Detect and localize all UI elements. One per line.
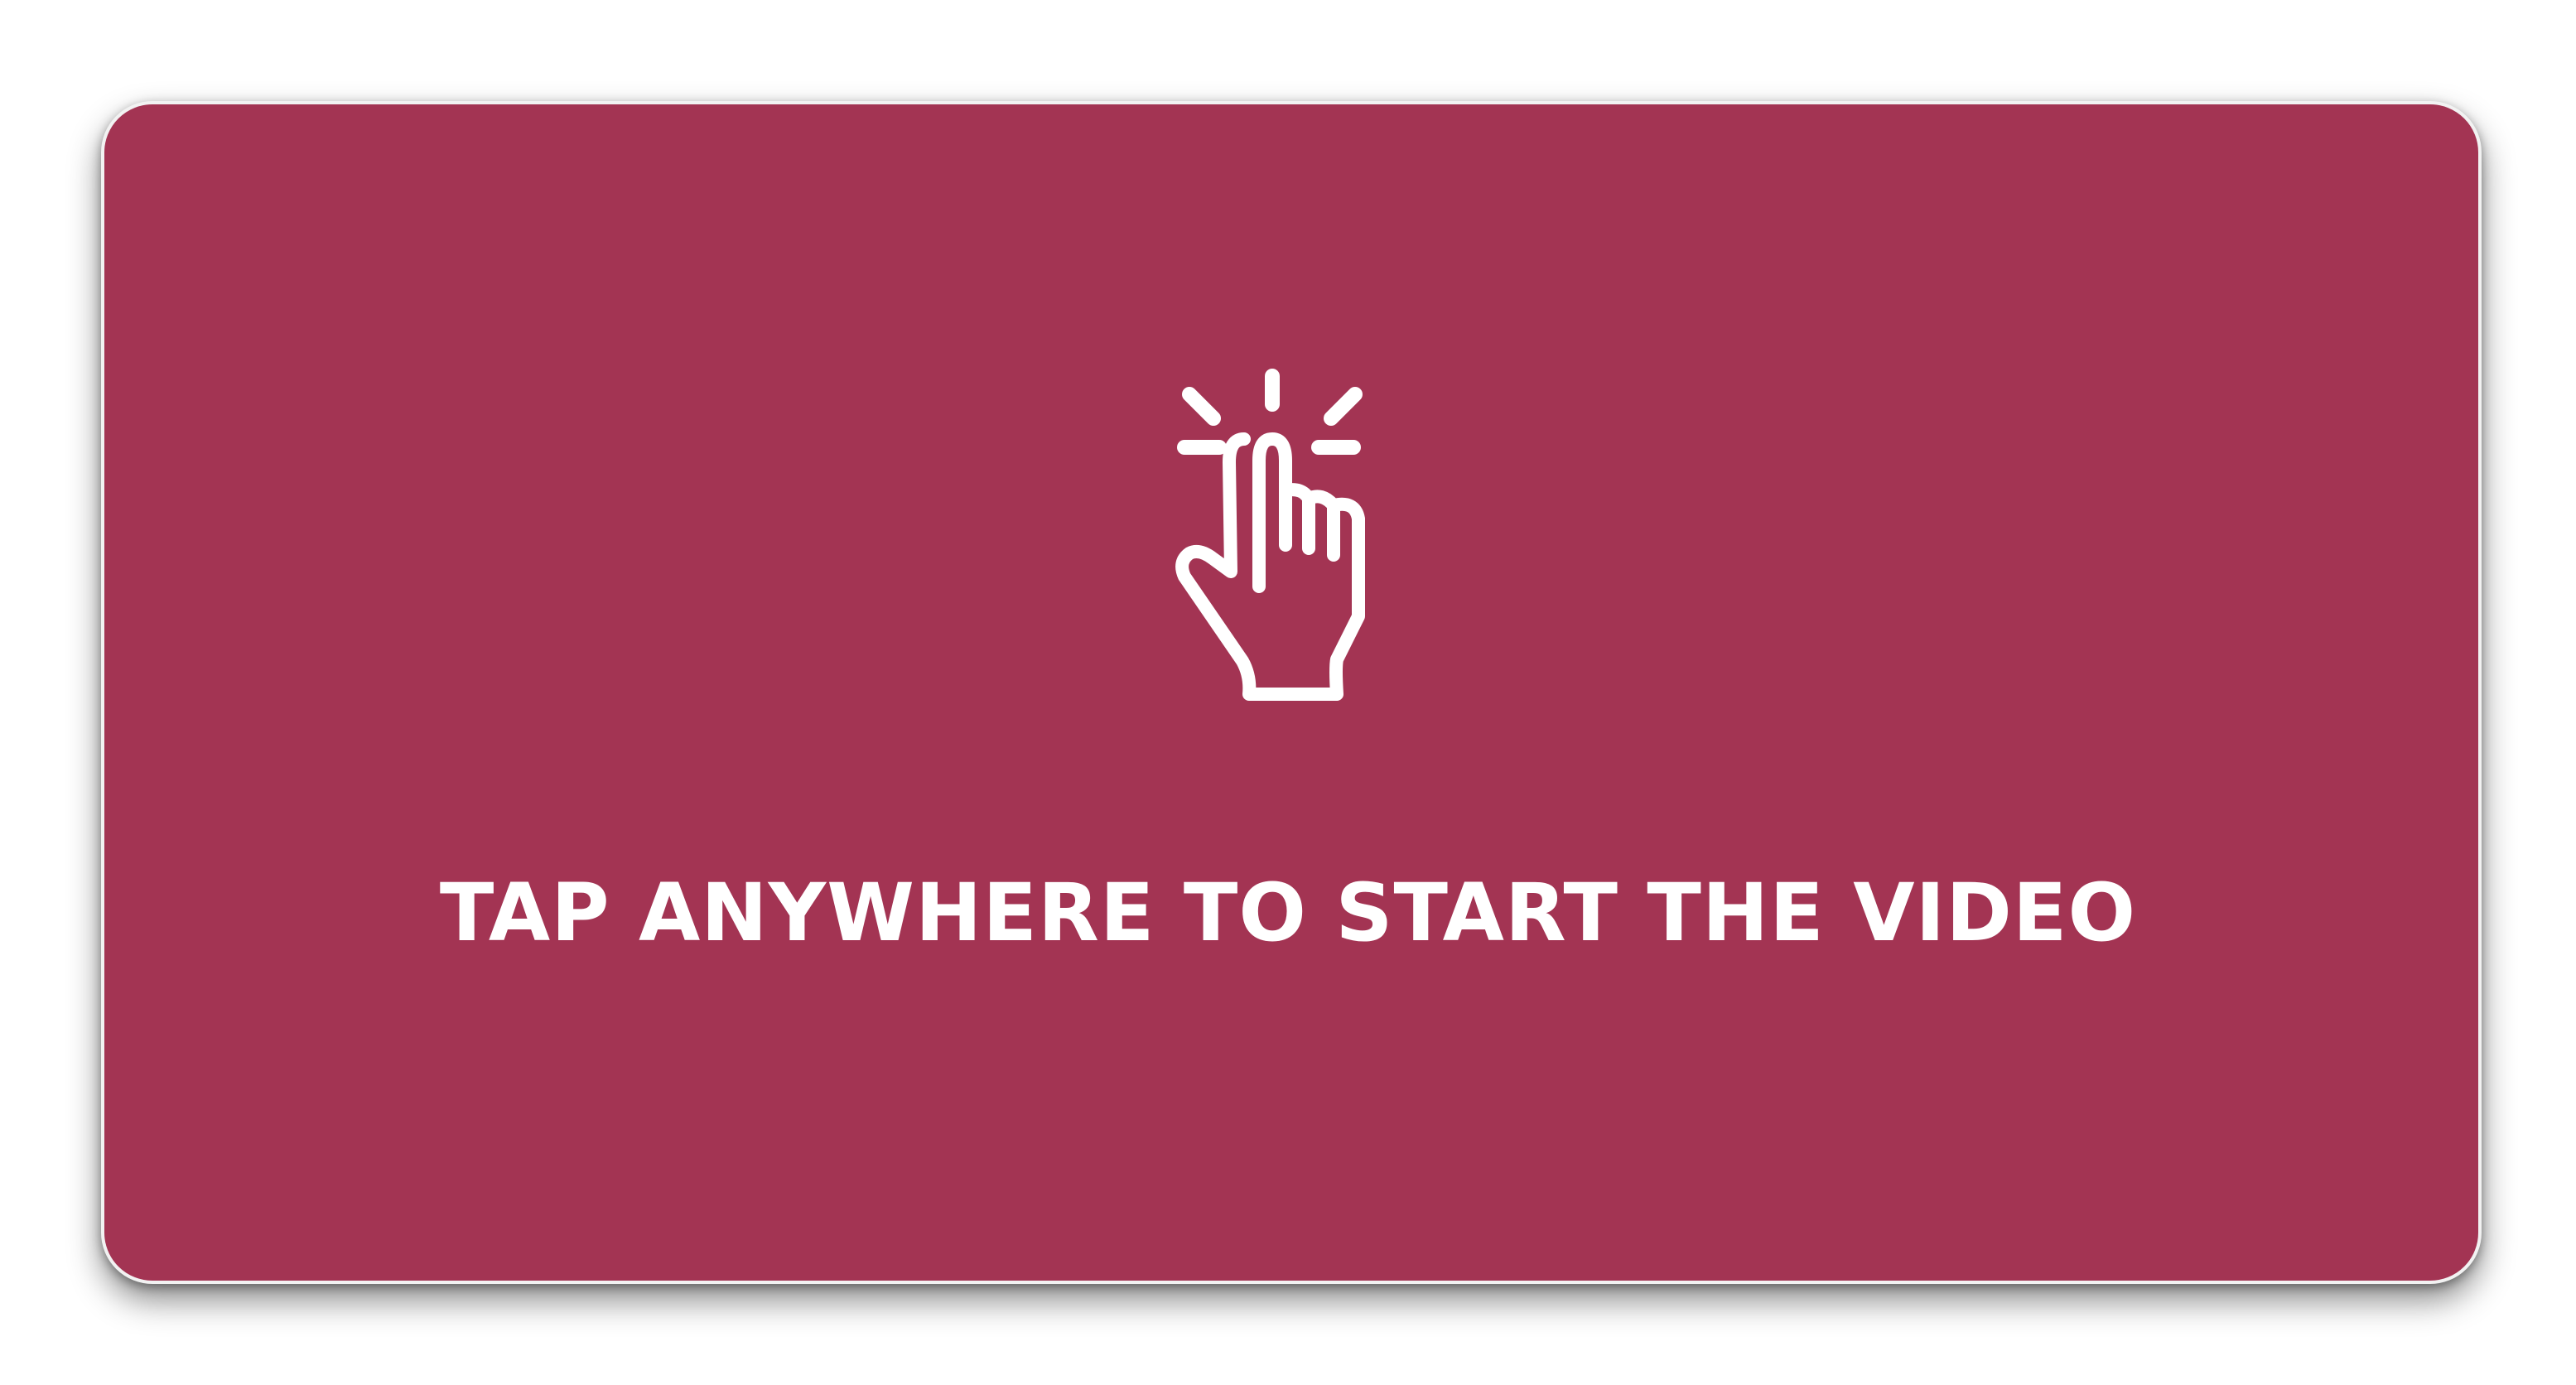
tap-hand-icon: [1160, 353, 1416, 717]
start-video-prompt: TAP ANYWHERE TO START THE VIDEO: [439, 866, 2137, 959]
